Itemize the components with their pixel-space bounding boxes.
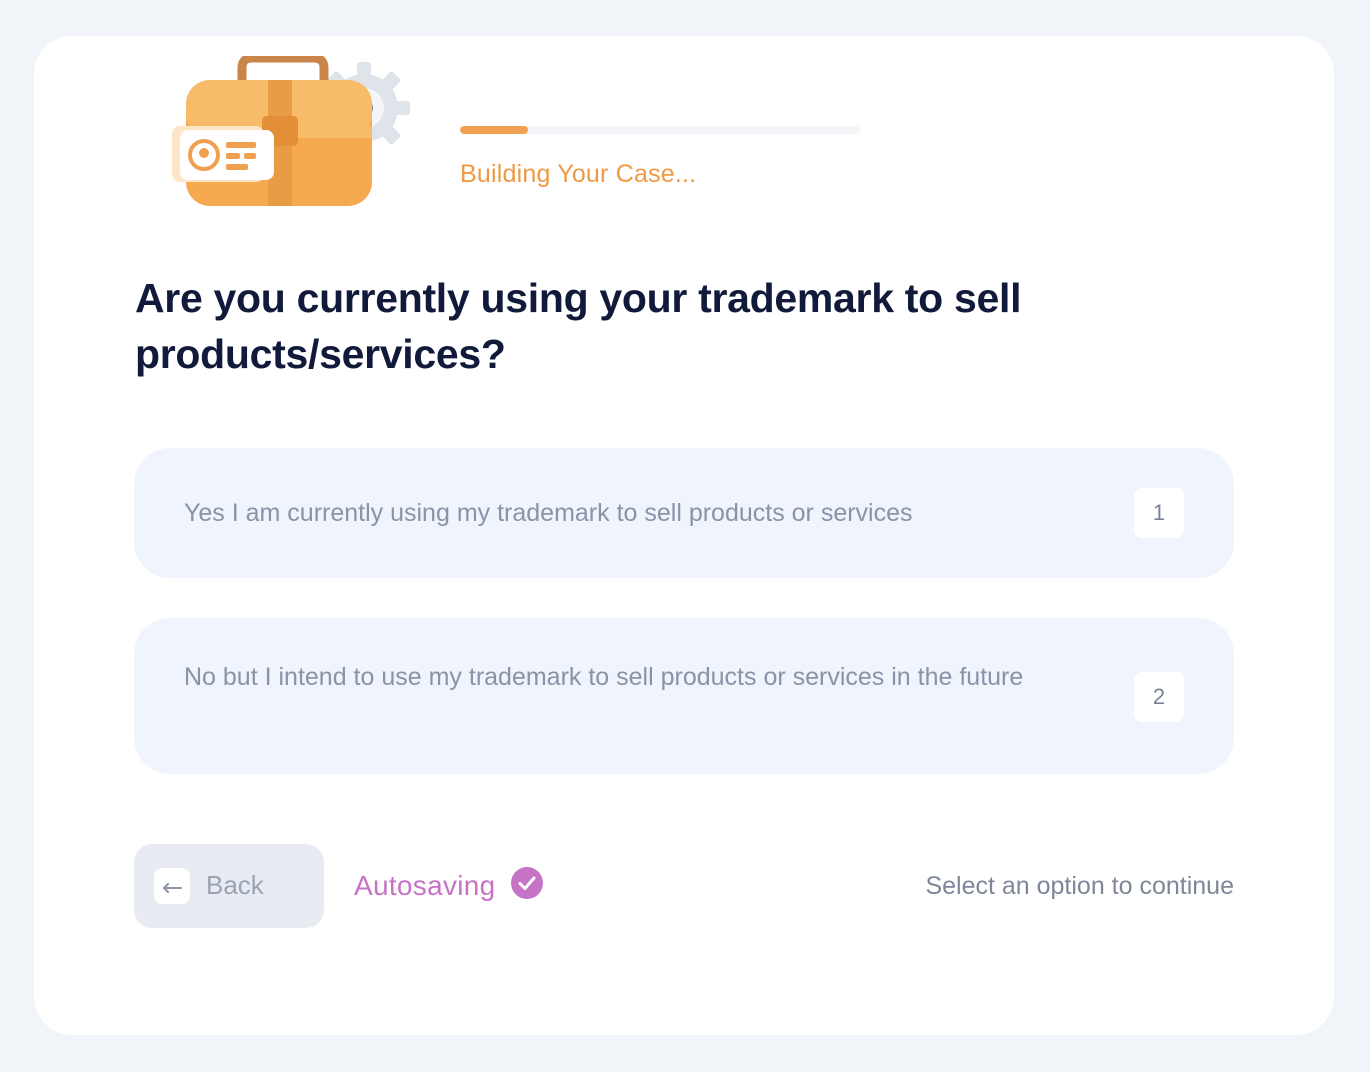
briefcase-with-id-card-and-gear-icon (164, 53, 414, 216)
check-circle-icon (510, 866, 544, 905)
autosave-indicator: Autosaving (354, 866, 544, 905)
back-arrow-icon (154, 868, 190, 904)
option-no[interactable]: No but I intend to use my trademark to s… (134, 618, 1234, 774)
option-label: Yes I am currently using my trademark to… (184, 499, 913, 527)
question-card: Building Your Case... Are you currently … (34, 36, 1334, 1035)
option-yes[interactable]: Yes I am currently using my trademark to… (134, 448, 1234, 578)
option-shortcut-key: 2 (1134, 672, 1184, 722)
status-text: Building Your Case... (460, 160, 697, 188)
option-label: No but I intend to use my trademark to s… (184, 663, 1024, 691)
continue-hint: Select an option to continue (925, 872, 1234, 900)
progress-bar-fill (460, 126, 528, 134)
autosave-label: Autosaving (354, 869, 496, 901)
back-button[interactable]: Back (134, 844, 324, 928)
progress-bar (460, 126, 860, 134)
option-shortcut-key: 1 (1134, 488, 1184, 538)
back-label: Back (206, 870, 264, 900)
question-heading: Are you currently using your trademark t… (135, 275, 1022, 377)
